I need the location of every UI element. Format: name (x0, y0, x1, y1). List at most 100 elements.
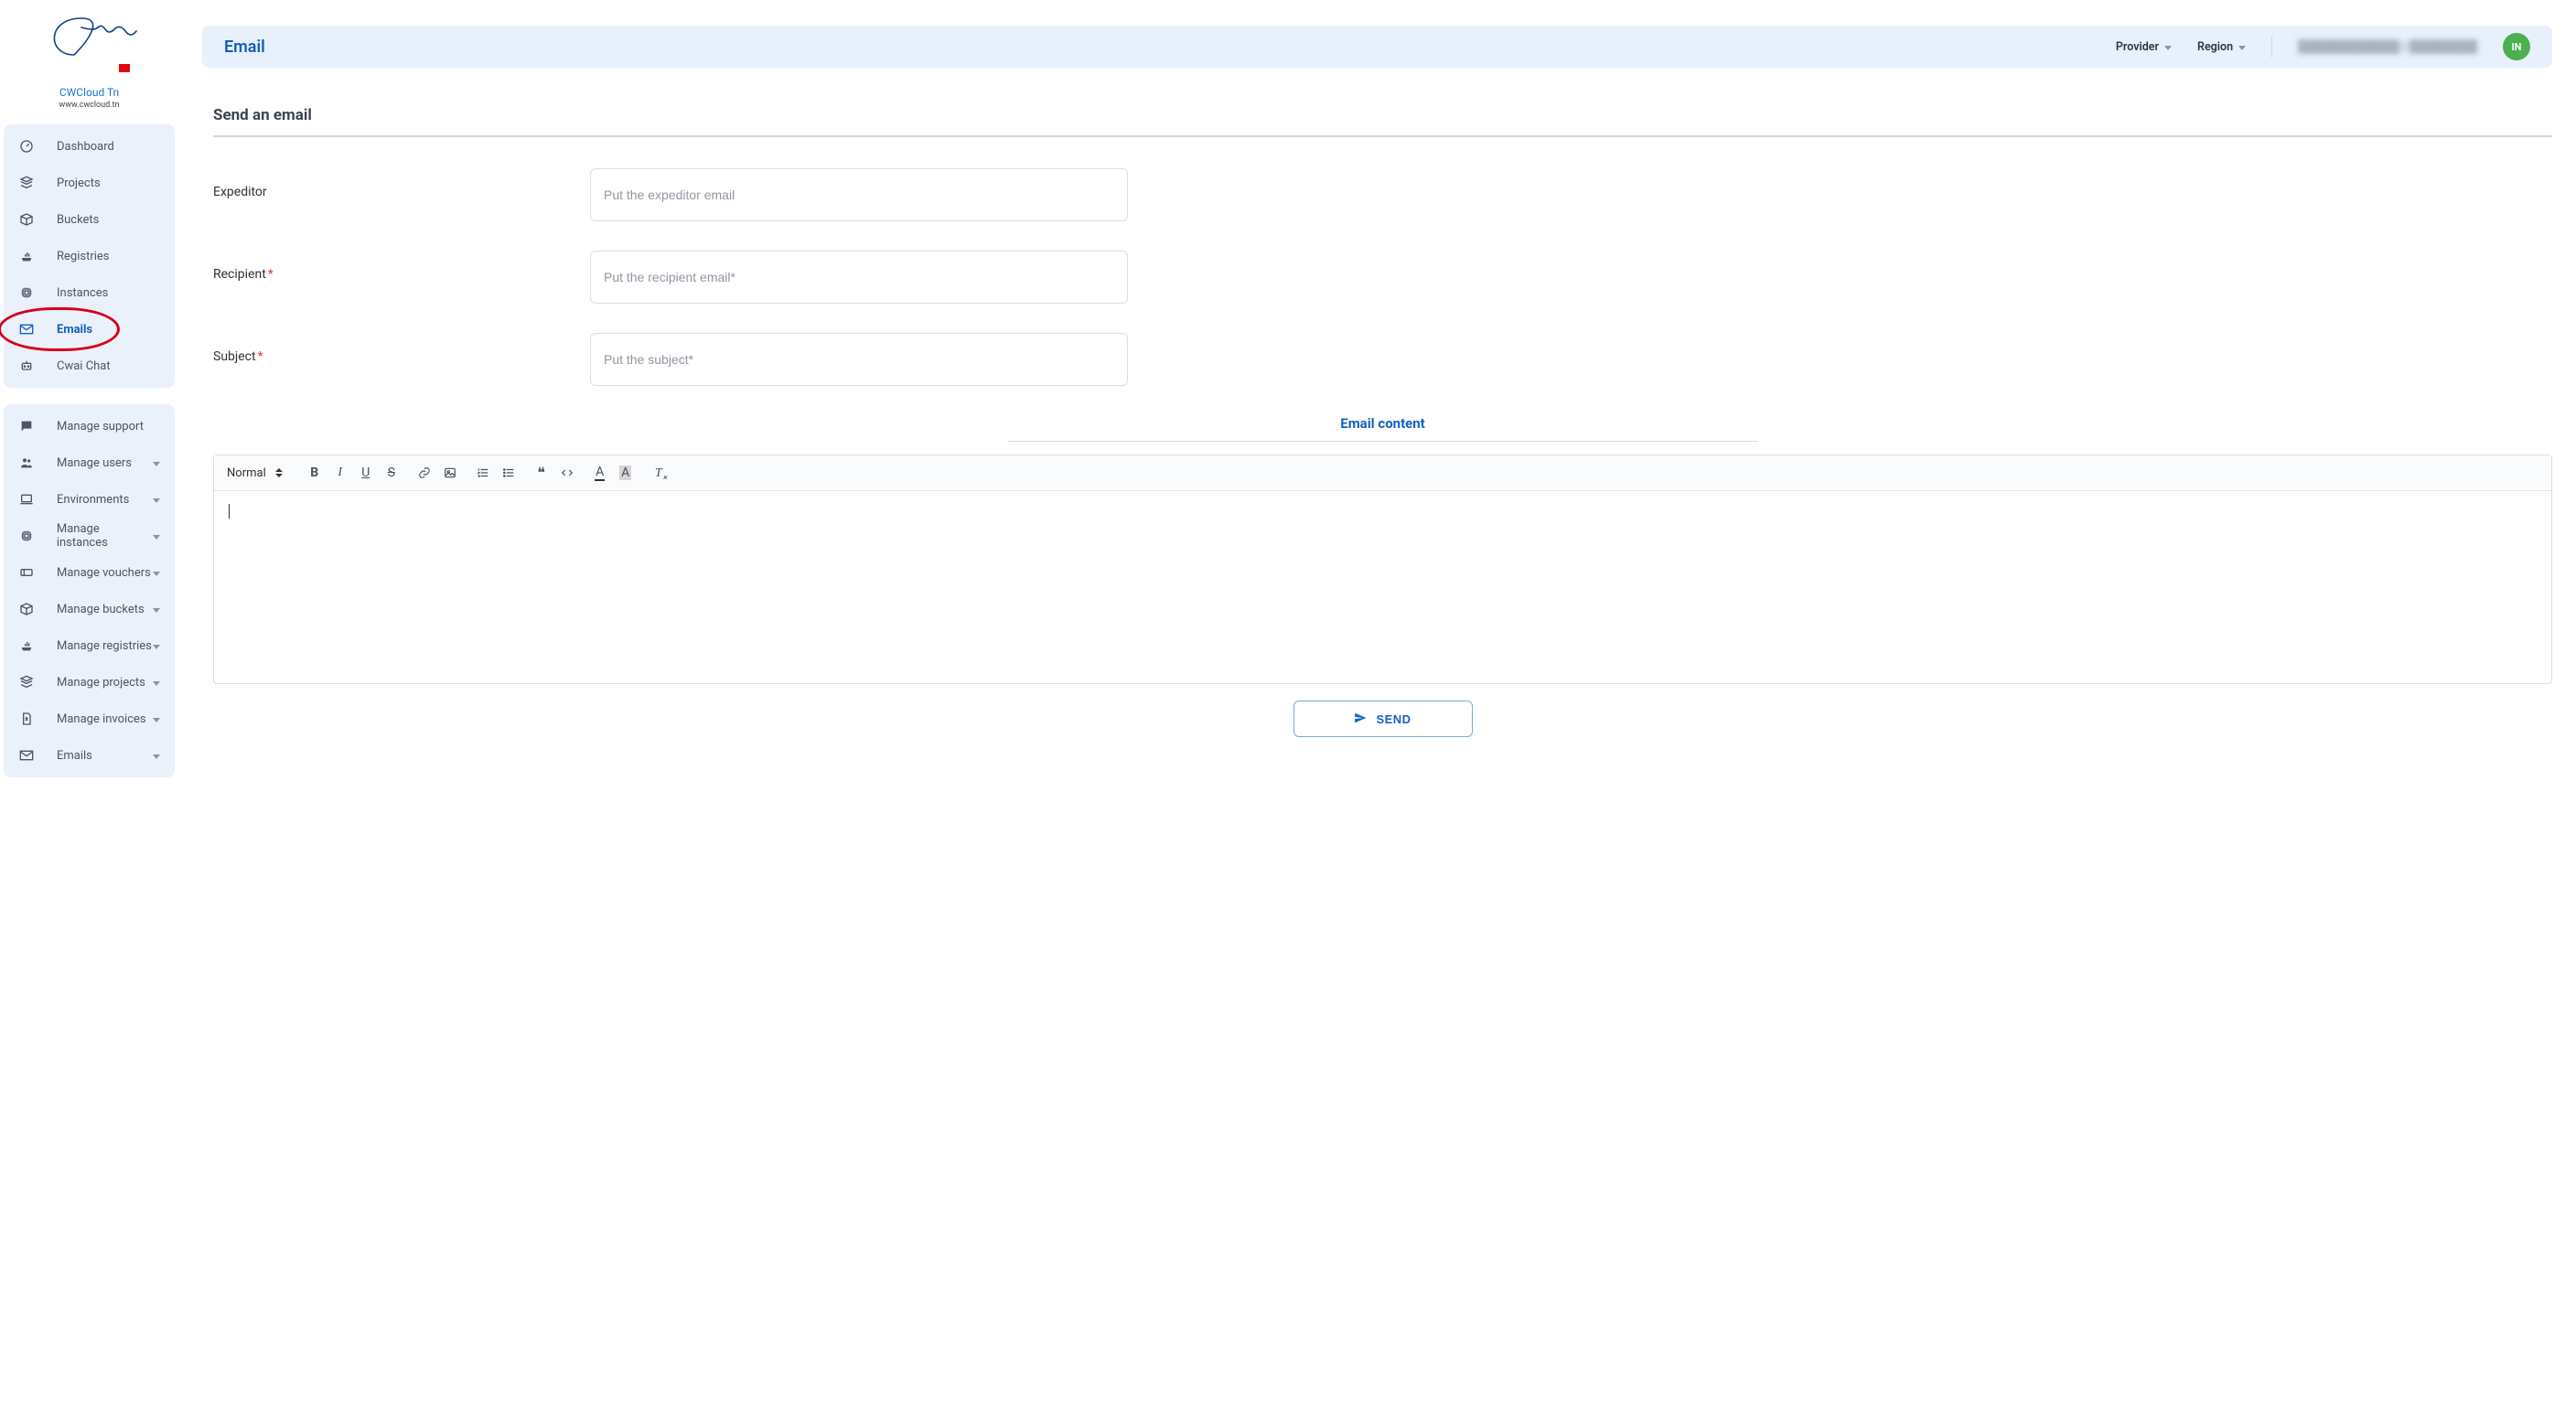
flag-icon (119, 64, 130, 72)
sidebar-item-manage-buckets[interactable]: Manage buckets (4, 591, 175, 627)
topbar: Email Provider Region ████████████@█████… (202, 26, 2552, 68)
recipient-input[interactable] (590, 251, 1128, 304)
expeditor-input[interactable] (590, 168, 1128, 221)
chip-icon (18, 284, 35, 301)
sidebar-item-label: Emails (57, 749, 92, 763)
brand-product: CWCloud Tn (0, 86, 178, 99)
comment-icon (18, 418, 35, 434)
sidebar-item-label: Projects (57, 177, 101, 190)
sidebar-item-manage-projects[interactable]: Manage projects (4, 664, 175, 701)
sidebar-item-manage-users[interactable]: Manage users (4, 444, 175, 481)
code-button[interactable] (559, 465, 575, 481)
sidebar-item-label: Manage instances (57, 522, 153, 550)
format-dropdown-label: Normal (227, 466, 266, 480)
sidebar-item-label: Manage invoices (57, 712, 146, 726)
underline-button[interactable]: U (358, 465, 374, 481)
format-dropdown[interactable]: Normal (227, 466, 290, 480)
clear-format-button[interactable]: T× (650, 465, 667, 481)
send-icon (1354, 712, 1367, 727)
sidebar-item-manage-support[interactable]: Manage support (4, 408, 175, 444)
sidebar-item-emails[interactable]: Emails (4, 311, 175, 348)
region-dropdown[interactable]: Region (2197, 40, 2246, 54)
editor-toolbar: Normal B I U S (214, 455, 2551, 491)
laptop-icon (18, 491, 35, 508)
chip-icon (18, 528, 35, 544)
sidebar-item-label: Cwai Chat (57, 359, 111, 373)
editor-body[interactable] (214, 491, 2551, 683)
region-label: Region (2197, 40, 2233, 54)
sidebar-item-manage-instances[interactable]: Manage instances (4, 518, 175, 554)
sidebar-item-label: Manage buckets (57, 603, 145, 616)
chevron-down-icon (153, 456, 160, 470)
chevron-down-icon (153, 639, 160, 653)
sidebar-item-projects[interactable]: Projects (4, 165, 175, 201)
sidebar-item-label: Emails (57, 323, 92, 337)
user-email: ████████████@████████ (2298, 39, 2477, 54)
chevron-down-icon (2164, 40, 2172, 54)
sidebar: CWCloud Tn www.cwcloud.tn Dashboard Proj… (0, 0, 178, 1423)
rich-editor: Normal B I U S (213, 455, 2552, 684)
chevron-down-icon (153, 603, 160, 616)
sidebar-item-label: Buckets (57, 213, 99, 227)
sidebar-item-admin-emails[interactable]: Emails (4, 737, 175, 774)
subject-label: Subject* (213, 333, 590, 364)
chevron-down-icon (153, 749, 160, 763)
blockquote-button[interactable]: ❝ (533, 465, 550, 481)
bullet-list-button[interactable] (500, 465, 517, 481)
main: Email Provider Region ████████████@█████… (178, 0, 2576, 1423)
invoice-icon (18, 711, 35, 727)
sidebar-item-registries[interactable]: Registries (4, 238, 175, 274)
subject-input[interactable] (590, 333, 1128, 386)
ordered-list-button[interactable] (475, 465, 491, 481)
provider-dropdown[interactable]: Provider (2116, 40, 2172, 54)
image-button[interactable] (442, 465, 458, 481)
box-icon (18, 601, 35, 617)
chevron-down-icon (153, 676, 160, 690)
ship-icon (18, 637, 35, 654)
avatar[interactable]: IN (2503, 33, 2530, 60)
chevron-down-icon (153, 493, 160, 507)
ticket-icon (18, 564, 35, 581)
sidebar-item-dashboard[interactable]: Dashboard (4, 128, 175, 165)
text-color-button[interactable]: A (592, 465, 608, 481)
chevron-down-icon (153, 566, 160, 580)
stack-icon (18, 674, 35, 690)
sidebar-primary-group: Dashboard Projects Buckets Registries (4, 124, 175, 388)
sidebar-item-label: Dashboard (57, 140, 114, 154)
sidebar-item-manage-invoices[interactable]: Manage invoices (4, 701, 175, 737)
sidebar-item-buckets[interactable]: Buckets (4, 201, 175, 238)
gauge-icon (18, 138, 35, 155)
chevron-down-icon (153, 530, 160, 543)
brand-url: www.cwcloud.tn (0, 101, 178, 110)
stack-icon (18, 175, 35, 191)
provider-label: Provider (2116, 40, 2159, 54)
brand-block: CWCloud Tn www.cwcloud.tn (0, 0, 178, 115)
bg-color-button[interactable]: A (617, 465, 634, 481)
sidebar-item-label: Manage registries (57, 639, 152, 653)
users-icon (18, 455, 35, 471)
content-tab[interactable]: Email content (1340, 415, 1424, 441)
sort-icon (275, 468, 283, 477)
strike-button[interactable]: S (383, 465, 400, 481)
divider (2271, 36, 2272, 58)
sidebar-item-label: Manage support (57, 420, 144, 433)
sidebar-item-manage-registries[interactable]: Manage registries (4, 627, 175, 664)
caret (229, 504, 230, 519)
ship-icon (18, 248, 35, 264)
sidebar-item-instances[interactable]: Instances (4, 274, 175, 311)
sidebar-item-label: Manage projects (57, 676, 145, 690)
link-button[interactable] (416, 465, 433, 481)
chevron-down-icon (153, 712, 160, 726)
brand-logo (39, 11, 140, 64)
sidebar-item-cwai-chat[interactable]: Cwai Chat (4, 348, 175, 384)
sidebar-item-environments[interactable]: Environments (4, 481, 175, 518)
envelope-icon (18, 321, 35, 337)
bold-button[interactable]: B (306, 465, 323, 481)
send-button[interactable]: SEND (1293, 701, 1473, 737)
sidebar-item-label: Manage users (57, 456, 132, 470)
envelope-icon (18, 747, 35, 764)
bot-icon (18, 358, 35, 374)
italic-button[interactable]: I (332, 465, 349, 481)
sidebar-item-manage-vouchers[interactable]: Manage vouchers (4, 554, 175, 591)
page-title: Email (224, 37, 265, 57)
